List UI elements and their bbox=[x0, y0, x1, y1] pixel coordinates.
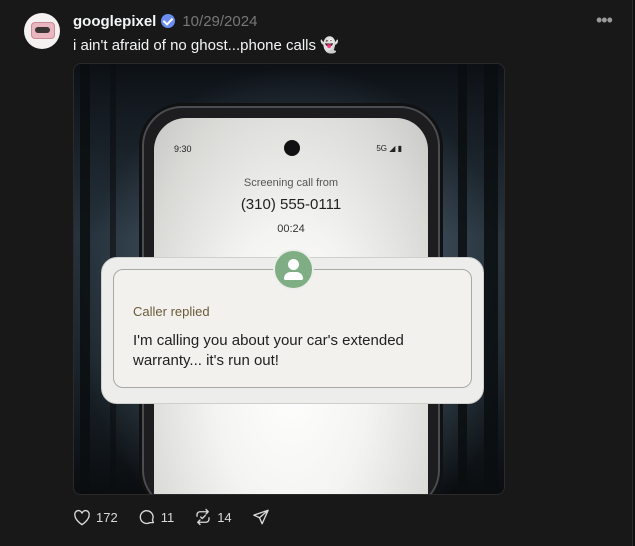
repost-count: 14 bbox=[217, 509, 232, 525]
verified-icon bbox=[161, 14, 176, 28]
comment-button[interactable]: 11 bbox=[138, 508, 175, 526]
heart-icon bbox=[74, 509, 90, 525]
caller-message: I'm calling you about your car's extende… bbox=[133, 332, 404, 369]
repost-button[interactable]: 14 bbox=[194, 508, 232, 526]
username[interactable]: googlepixel bbox=[73, 13, 156, 30]
caller-number: (310) 555-0111 bbox=[240, 196, 342, 213]
post-header: googlepixel 10/29/2024 bbox=[73, 12, 257, 30]
phone-camera-logo bbox=[31, 22, 55, 39]
front-camera bbox=[284, 140, 300, 156]
more-options-icon[interactable]: ••• bbox=[596, 11, 613, 29]
like-count: 172 bbox=[96, 509, 118, 525]
status-icons: 5G ◢ ▮ bbox=[376, 144, 402, 153]
avatar[interactable] bbox=[24, 13, 60, 49]
status-time: 9:30 bbox=[174, 144, 192, 154]
post-date[interactable]: 10/29/2024 bbox=[182, 13, 257, 30]
comment-count: 11 bbox=[160, 509, 175, 525]
like-button[interactable]: 172 bbox=[73, 509, 118, 526]
person-icon-head bbox=[288, 259, 299, 270]
caller-replied-label: Caller replied bbox=[133, 304, 210, 319]
person-icon-body bbox=[284, 272, 303, 280]
repost-icon bbox=[196, 508, 210, 526]
ghost-emoji: 👻 bbox=[320, 37, 339, 54]
caption-text: i ain't afraid of no ghost...phone calls bbox=[73, 37, 317, 54]
post-caption: i ain't afraid of no ghost...phone calls… bbox=[73, 36, 339, 54]
screening-label: Screening call from bbox=[243, 177, 339, 189]
tree-silhouette bbox=[484, 64, 498, 494]
comment-icon bbox=[139, 510, 154, 525]
share-button[interactable] bbox=[252, 508, 270, 526]
post-image[interactable]: 9:30 5G ◢ ▮ Screening call from (310) 55… bbox=[73, 63, 505, 495]
send-icon bbox=[252, 509, 269, 525]
person-icon bbox=[273, 249, 314, 290]
thread-post: googlepixel 10/29/2024 ••• i ain't afrai… bbox=[0, 0, 633, 546]
post-actions: 172 11 14 bbox=[73, 507, 290, 527]
call-timer: 00:24 bbox=[277, 223, 305, 235]
tree-silhouette bbox=[80, 64, 90, 494]
